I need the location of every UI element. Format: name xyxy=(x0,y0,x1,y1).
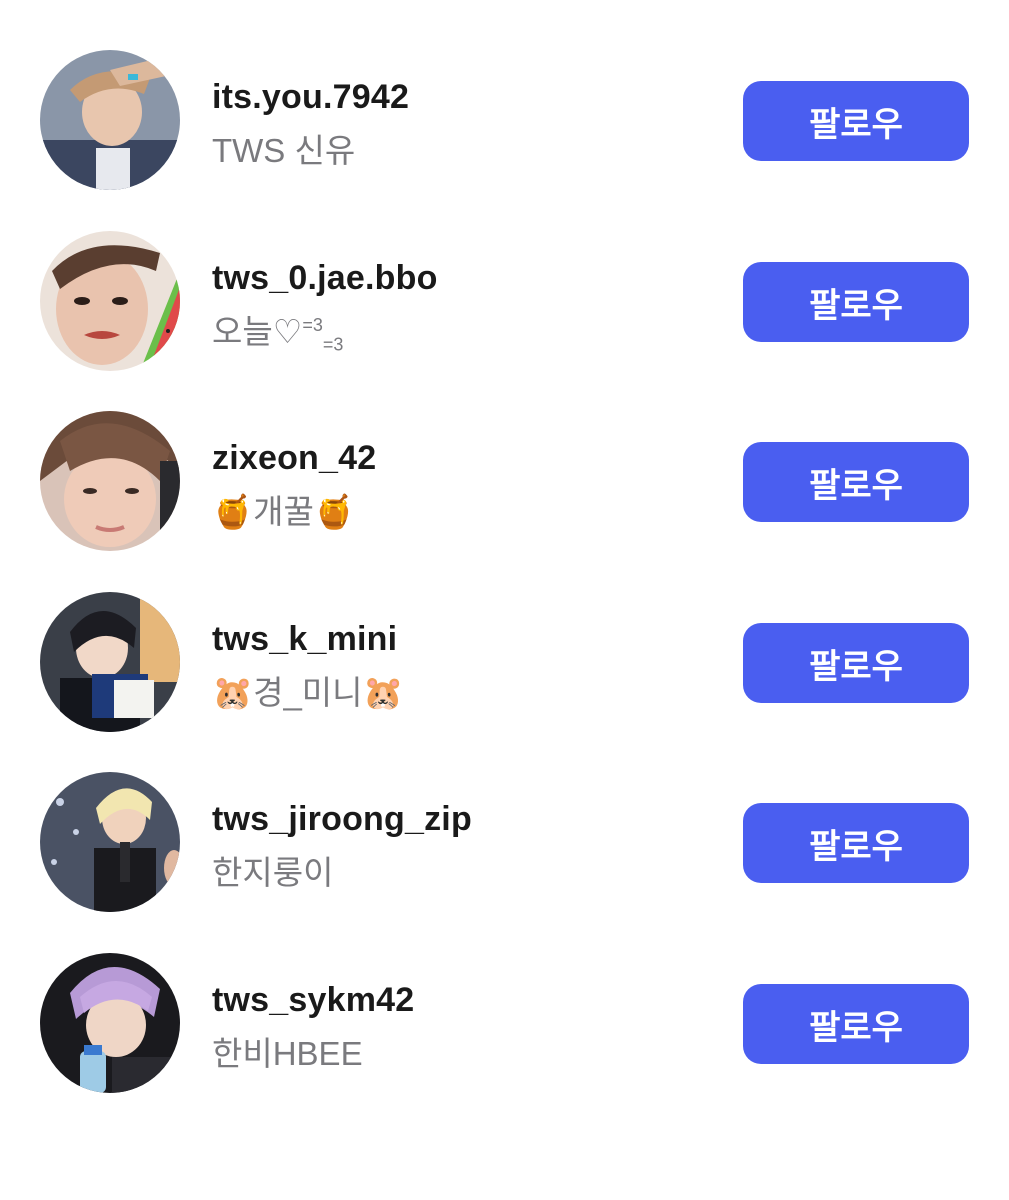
display-name: 오늘♡=3=3 xyxy=(212,305,343,356)
account-row: zixeon_42 🍯개꿀🍯 팔로우 xyxy=(0,361,1009,551)
follow-button[interactable]: 팔로우 xyxy=(743,81,969,161)
username[interactable]: zixeon_42 xyxy=(212,439,376,478)
account-row: tws_0.jae.bbo 오늘♡=3=3 팔로우 xyxy=(0,181,1009,371)
avatar[interactable] xyxy=(40,592,180,732)
display-name: 한지룽이 xyxy=(212,854,334,891)
display-name: 한비HBEE xyxy=(212,1035,363,1072)
profile-photo xyxy=(40,953,180,1093)
display-name: TWS 신유 xyxy=(212,132,356,169)
username[interactable]: tws_sykm42 xyxy=(212,981,414,1020)
profile-photo xyxy=(40,592,180,732)
follow-button[interactable]: 팔로우 xyxy=(743,442,969,522)
follow-button[interactable]: 팔로우 xyxy=(743,262,969,342)
display-name: 🐹경_미니🐹 xyxy=(212,674,404,711)
follow-button[interactable]: 팔로우 xyxy=(743,984,969,1064)
avatar[interactable] xyxy=(40,50,180,190)
display-name-text: 오늘♡ xyxy=(212,313,303,350)
avatar[interactable] xyxy=(40,231,180,371)
account-row: tws_sykm42 한비HBEE 팔로우 xyxy=(0,903,1009,1093)
profile-photo xyxy=(40,772,180,912)
display-name-sub: =3 xyxy=(322,334,344,355)
profile-photo xyxy=(40,231,180,371)
profile-photo xyxy=(40,50,180,190)
username[interactable]: tws_jiroong_zip xyxy=(212,800,472,839)
avatar[interactable] xyxy=(40,772,180,912)
account-row: its.you.7942 TWS 신유 팔로우 xyxy=(0,0,1009,190)
account-row: tws_k_mini 🐹경_미니🐹 팔로우 xyxy=(0,542,1009,732)
follow-button[interactable]: 팔로우 xyxy=(743,623,969,703)
avatar[interactable] xyxy=(40,411,180,551)
account-row: tws_jiroong_zip 한지룽이 팔로우 xyxy=(0,722,1009,912)
display-name: 🍯개꿀🍯 xyxy=(212,493,355,530)
avatar[interactable] xyxy=(40,953,180,1093)
suggested-accounts-list: its.you.7942 TWS 신유 팔로우 tws_0.jae.bbo 오늘… xyxy=(0,0,1009,1200)
follow-button[interactable]: 팔로우 xyxy=(743,803,969,883)
profile-photo xyxy=(40,411,180,551)
username[interactable]: tws_0.jae.bbo xyxy=(212,259,438,298)
display-name-sup: =3 xyxy=(302,315,323,335)
username[interactable]: tws_k_mini xyxy=(212,620,397,659)
username[interactable]: its.you.7942 xyxy=(212,78,409,117)
